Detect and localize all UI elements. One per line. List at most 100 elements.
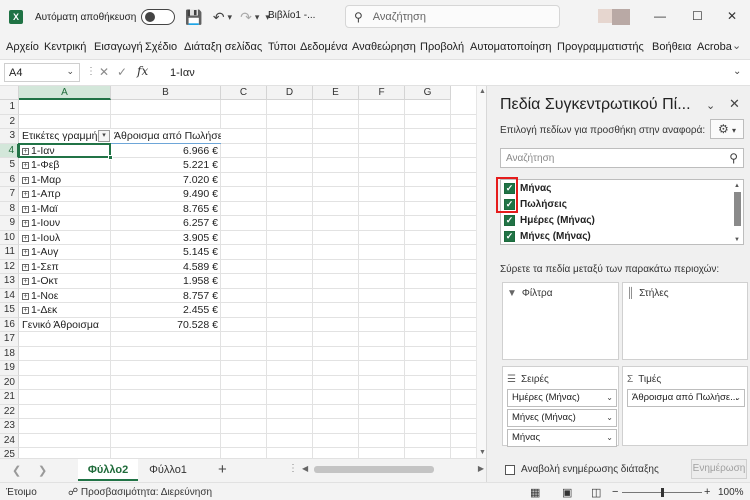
pivot-row-value[interactable]: 7.020 € — [111, 173, 221, 188]
column-header[interactable]: D — [267, 86, 313, 100]
field-item-months[interactable]: ✓ Μήνες (Μήνας) — [504, 231, 591, 242]
expand-icon[interactable]: + — [22, 292, 29, 300]
pivot-row-label[interactable]: +1-Αυγ — [19, 245, 111, 260]
field-item-days[interactable]: ✓ Ημέρες (Μήνας) — [504, 215, 595, 226]
row-header[interactable]: 5 — [0, 158, 19, 173]
expand-icon[interactable]: + — [22, 307, 29, 314]
rows-area[interactable]: ☰ Σειρές Ημέρες (Μήνας) ⌄ Μήνες (Μήνας) ⌄ Μ… — [502, 366, 619, 447]
undo-dropdown-icon[interactable]: ▾ — [228, 12, 233, 23]
row-header[interactable]: 8 — [0, 201, 19, 216]
row-header[interactable]: 1 — [0, 100, 19, 115]
scrollbar-thumb[interactable] — [734, 192, 741, 226]
tab-help[interactable]: Βοήθεια — [652, 41, 691, 53]
field-search-input[interactable]: Αναζήτηση ⚲ — [500, 148, 744, 168]
pivot-row-value[interactable]: 5.221 € — [111, 158, 221, 173]
scroll-up-icon[interactable]: ▲ — [479, 88, 486, 95]
scroll-down-icon[interactable]: ▼ — [734, 237, 740, 243]
tab-view[interactable]: Προβολή — [420, 41, 464, 53]
columns-area[interactable]: ║ Στήλες — [622, 282, 748, 360]
add-sheet-icon[interactable]: + — [218, 461, 227, 478]
row-header[interactable]: 3 — [0, 129, 19, 144]
tab-developer[interactable]: Προγραμματιστής — [557, 41, 644, 53]
sheet-tab[interactable]: Φύλλο1 — [140, 459, 196, 481]
page-break-view-icon[interactable]: ◫ — [591, 486, 601, 499]
row-header[interactable]: 18 — [0, 346, 19, 361]
pivot-row-label[interactable]: +1-Μαρ — [19, 173, 111, 188]
chevron-down-icon[interactable]: ⌄ — [734, 390, 741, 406]
pivot-row-label[interactable]: +1-Ιουν — [19, 216, 111, 231]
scroll-up-icon[interactable]: ▲ — [734, 183, 740, 189]
grand-total-label[interactable]: Γενικό Άθροισμα — [19, 318, 111, 333]
fill-handle[interactable] — [108, 155, 113, 160]
pivot-row-label[interactable]: +1-Οκτ — [19, 274, 111, 289]
expand-icon[interactable]: + — [22, 249, 29, 256]
pivot-row-value[interactable]: 9.490 € — [111, 187, 221, 202]
row-header[interactable]: 23 — [0, 419, 19, 434]
grand-total-value[interactable]: 70.528 € — [111, 318, 221, 333]
tab-acrobat[interactable]: Acroba — [697, 41, 732, 53]
formula-input[interactable]: 1-Ιαν — [170, 67, 195, 79]
pivot-row-label[interactable]: +1-Απρ — [19, 187, 111, 202]
pivot-row-label[interactable]: +1-Μαϊ — [19, 202, 111, 217]
tab-review[interactable]: Αναθεώρηση — [352, 41, 416, 53]
sheet-options-icon[interactable]: ⋮ — [288, 463, 298, 474]
tab-file[interactable]: Αρχείο — [6, 41, 39, 53]
row-header[interactable]: 20 — [0, 375, 19, 390]
pivot-row-value[interactable]: 6.257 € — [111, 216, 221, 231]
pivot-row-value[interactable]: 3.905 € — [111, 231, 221, 246]
field-list-scrollbar[interactable]: ▲ ▼ — [734, 183, 741, 243]
pivot-row-value[interactable]: 2.455 € — [111, 303, 221, 318]
filter-dropdown-icon[interactable]: ▾ — [98, 130, 110, 142]
values-area[interactable]: Σ Τιμές Άθροισμα από Πωλήσε... ⌄ — [622, 366, 748, 446]
row-header[interactable]: 17 — [0, 332, 19, 347]
tab-data[interactable]: Δεδομένα — [300, 41, 348, 53]
expand-icon[interactable]: + — [22, 205, 29, 213]
tab-insert[interactable]: Εισαγωγή — [94, 41, 143, 53]
tab-home[interactable]: Κεντρική — [44, 41, 86, 53]
row-header[interactable]: 25 — [0, 448, 19, 458]
chevron-down-icon[interactable]: ⌄ — [606, 430, 613, 446]
row-header[interactable]: 24 — [0, 433, 19, 448]
enter-icon[interactable]: ✓ — [117, 65, 127, 79]
pivot-row-value[interactable]: 1.958 € — [111, 274, 221, 289]
expand-icon[interactable]: + — [22, 191, 29, 198]
select-all-corner[interactable] — [0, 86, 19, 100]
rows-area-item[interactable]: Ημέρες (Μήνας) ⌄ — [507, 389, 617, 407]
ribbon-expand-icon[interactable]: ⌄ — [732, 39, 741, 52]
column-header[interactable]: G — [405, 86, 451, 100]
horizontal-scrollbar[interactable]: ◀ ▶ — [300, 464, 484, 474]
maximize-icon[interactable]: ☐ — [692, 9, 703, 23]
row-header[interactable]: 2 — [0, 114, 19, 129]
pivot-row-label[interactable]: +1-Ιουλ — [19, 231, 111, 246]
insert-function-icon[interactable]: fx — [137, 64, 148, 78]
tab-design[interactable]: Σχέδιο — [145, 41, 177, 53]
row-header[interactable]: 7 — [0, 187, 19, 202]
save-icon[interactable]: 💾 — [185, 9, 202, 26]
column-header[interactable]: B — [111, 86, 221, 100]
row-header[interactable]: 6 — [0, 172, 19, 187]
accessibility-status[interactable]: ☍ Προσβασιμότητα: Διερεύνηση — [68, 487, 212, 498]
rows-area-item[interactable]: Μήνας ⌄ — [507, 429, 617, 447]
pivot-row-label[interactable]: +1-Φεβ — [19, 158, 111, 173]
zoom-level[interactable]: 100% — [718, 487, 744, 498]
chevron-down-icon[interactable]: ⌄ — [66, 66, 74, 77]
column-header[interactable]: C — [221, 86, 267, 100]
row-header[interactable]: 4 — [0, 143, 19, 158]
pivot-row-value[interactable]: 4.589 € — [111, 260, 221, 275]
page-layout-view-icon[interactable]: ▣ — [562, 486, 572, 499]
pivot-values-header[interactable]: Άθροισμα από Πωλήσεις — [111, 129, 221, 144]
pivot-row-value[interactable]: 8.765 € — [111, 202, 221, 217]
pivot-row-value[interactable]: 5.145 € — [111, 245, 221, 260]
rows-area-item[interactable]: Μήνες (Μήνας) ⌄ — [507, 409, 617, 427]
worksheet-grid[interactable]: A B C D E F G 1 2 3 4 5 6 7 8 9 10 11 12 13 14 15 16 17 18 19 20 21… — [0, 86, 476, 458]
sheet-tab-active[interactable]: Φύλλο2 — [78, 459, 138, 481]
zoom-in-icon[interactable]: + — [704, 486, 710, 498]
row-header[interactable]: 16 — [0, 317, 19, 332]
expand-icon[interactable]: + — [22, 234, 29, 242]
defer-update-checkbox[interactable] — [505, 464, 515, 475]
row-header[interactable]: 13 — [0, 274, 19, 289]
redo-icon[interactable]: ↷ — [240, 9, 252, 26]
pivot-row-label[interactable]: +1-Δεκ — [19, 303, 111, 318]
chevron-down-icon[interactable]: ⌄ — [606, 390, 613, 406]
expand-icon[interactable]: + — [22, 162, 29, 169]
